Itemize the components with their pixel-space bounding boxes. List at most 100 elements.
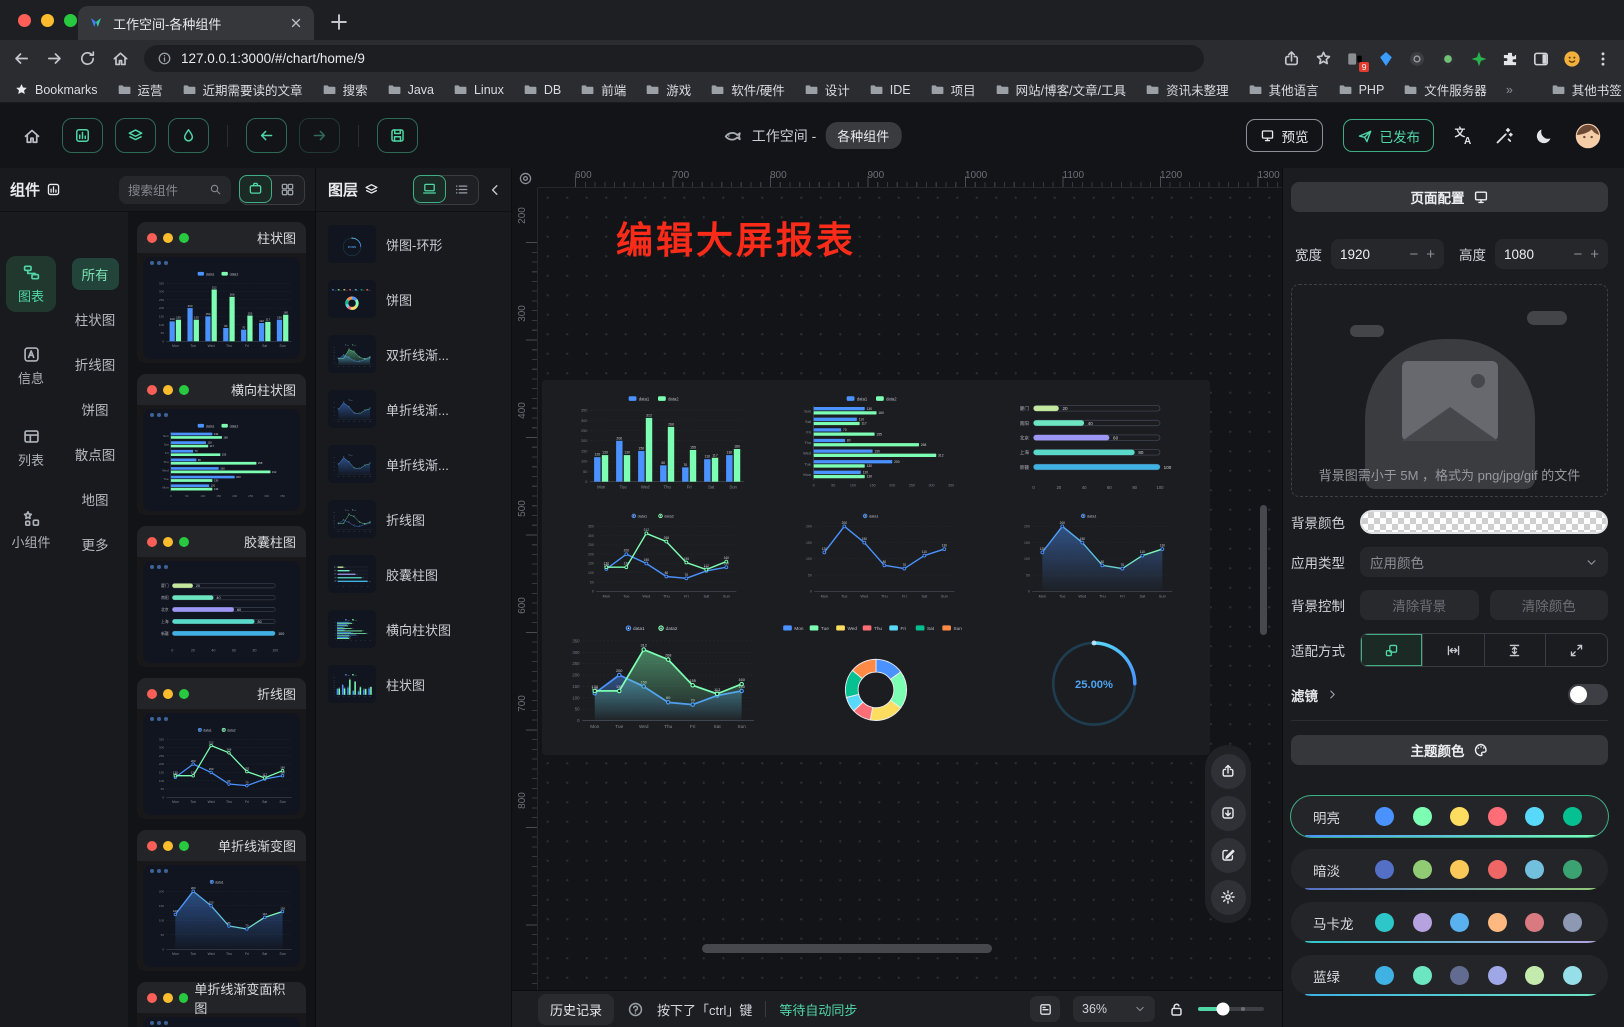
category-地图[interactable]: 地图 [72, 483, 119, 515]
dark-mode-moon-icon[interactable] [1534, 126, 1554, 146]
bookmark-folder[interactable]: 网站/博客/文章/工具 [995, 80, 1126, 99]
component-card[interactable]: 单折线渐变面积图050100150200MonTueWedThuFriSatSu… [137, 982, 306, 1027]
bookmark-folder[interactable]: 运营 [117, 80, 163, 99]
bookmark-folder[interactable]: Linux [453, 80, 504, 99]
zoom-slider[interactable] [1198, 1007, 1264, 1011]
tab-close-icon[interactable] [288, 15, 304, 31]
height-plus-button[interactable]: + [1590, 246, 1599, 263]
details-drawer-button[interactable] [168, 118, 209, 153]
category-所有[interactable]: 所有 [72, 258, 119, 290]
forward-icon[interactable] [45, 49, 64, 68]
component-card[interactable]: 单折线渐变图050100150200MonTueWedThuFriSatSund… [137, 830, 306, 971]
canvas-chart-gradient-line[interactable]: 050100150200MonTueWedThuFriSatSundata112… [992, 508, 1196, 608]
canvas-chart-progress-ring[interactable]: 25.00% [992, 616, 1196, 743]
theme-row-暗淡[interactable]: 暗淡 [1291, 849, 1608, 890]
single-view-toggle[interactable] [239, 175, 272, 203]
minimize-window-button[interactable] [41, 14, 54, 27]
history-button[interactable]: 历史记录 [538, 994, 614, 1025]
maximize-window-button[interactable] [64, 14, 77, 27]
new-tab-button[interactable] [328, 11, 350, 33]
width-plus-button[interactable]: + [1426, 246, 1435, 263]
search-input[interactable]: 搜索组件 [119, 176, 231, 204]
language-icon[interactable]: 文A [1454, 126, 1474, 146]
preview-button[interactable]: 预览 [1246, 119, 1323, 152]
collapse-panel-icon[interactable] [487, 182, 503, 198]
canvas-chart-line[interactable]: 050100150200250300350MonTueWedThuFriSatS… [556, 508, 760, 608]
bookmark-folder[interactable]: DB [523, 80, 561, 99]
component-card[interactable]: 折线图050100150200250300350MonTueWedThuFriS… [137, 678, 306, 819]
share-icon[interactable] [1282, 49, 1301, 68]
bookmark-folder[interactable]: 近期需要读的文章 [182, 80, 303, 99]
grid-view-toggle[interactable] [271, 176, 304, 204]
background-upload-dropzone[interactable]: 背景图需小于 5M ，格式为 png/jpg/gif 的文件 [1291, 284, 1608, 497]
thumbnail-view-toggle[interactable] [413, 175, 446, 203]
browser-menu-icon[interactable] [1594, 50, 1612, 68]
extension-circle-icon[interactable] [1408, 50, 1426, 68]
ruler-eye-icon[interactable] [512, 168, 538, 188]
filter-toggle[interactable] [1568, 684, 1608, 705]
list-view-toggle[interactable] [445, 176, 478, 204]
bookmark-folder[interactable]: 软件/硬件 [710, 80, 784, 99]
close-window-button[interactable] [18, 14, 31, 27]
layer-item[interactable]: data1data2050100150200250300350Sun130160… [322, 605, 505, 653]
app-type-select[interactable]: 应用颜色 [1360, 547, 1608, 577]
height-input[interactable]: 1080 −+ [1495, 239, 1608, 269]
magic-wand-icon[interactable] [1494, 126, 1514, 146]
layer-item[interactable]: 25.00%饼图-环形 [322, 220, 505, 268]
category-柱状图[interactable]: 柱状图 [65, 303, 126, 335]
category-散点图[interactable]: 散点图 [65, 438, 126, 470]
info-icon[interactable] [157, 51, 172, 66]
window-controls[interactable] [18, 14, 77, 27]
extension-diamond-icon[interactable] [1377, 50, 1395, 68]
theme-row-明亮[interactable]: 明亮 [1291, 796, 1608, 837]
extensions-puzzle-icon[interactable] [1501, 50, 1519, 68]
bookmark-folder[interactable]: PHP [1338, 80, 1385, 99]
settings-button[interactable] [1211, 880, 1246, 915]
sidebar-item-4[interactable]: 小组件 [6, 502, 56, 558]
bookmark-folder[interactable]: 游戏 [645, 80, 691, 99]
other-bookmarks[interactable]: 其他书签 [1551, 80, 1622, 99]
fit-height-button[interactable] [1485, 634, 1547, 666]
side-panel-icon[interactable] [1532, 50, 1550, 68]
extension-green-dot-icon[interactable] [1439, 50, 1457, 68]
canvas-chart-bar[interactable]: 050100150200250300350MonTueWedThuFriSatS… [556, 390, 760, 500]
extension-star-icon[interactable] [1470, 50, 1488, 68]
layer-item[interactable]: 050100150200MonTueWedThuFriSatSundata112… [322, 440, 505, 488]
layers-drawer-button[interactable] [115, 118, 156, 153]
bookmark-folder[interactable]: 搜索 [322, 80, 368, 99]
bookmark-folder[interactable]: 设计 [804, 80, 850, 99]
design-canvas[interactable]: 6007008009001000110012001300 20030040050… [512, 168, 1282, 1027]
category-饼图[interactable]: 饼图 [72, 393, 119, 425]
bookmark-folder[interactable]: 其他语言 [1248, 80, 1319, 99]
theme-row-马卡龙[interactable]: 马卡龙 [1291, 902, 1608, 943]
sidebar-item-1[interactable]: 图表 [6, 256, 56, 312]
component-card[interactable]: 横向柱状图data1data2050100150200250300350Sun1… [137, 374, 306, 515]
lock-icon[interactable] [1168, 1001, 1185, 1018]
export-button[interactable] [1211, 754, 1246, 789]
undo-button[interactable] [246, 118, 287, 153]
bookmark-folder[interactable]: 资讯未整理 [1145, 80, 1229, 99]
theme-row-蓝绿[interactable]: 蓝绿 [1291, 955, 1608, 996]
layer-item[interactable]: 050100150200250300350MonTueWedThuFriSatS… [322, 330, 505, 378]
height-minus-button[interactable]: − [1573, 246, 1582, 263]
edit-button[interactable] [1211, 838, 1246, 873]
canvas-chart-horizontal-bar[interactable]: data1data2050100150200250300350Sun130160… [774, 390, 978, 500]
extension-grey-icon[interactable]: 9 [1346, 50, 1364, 68]
layer-item[interactable]: 厦门20南阳40北京60上海80新疆100020406080100胶囊柱图 [322, 550, 505, 598]
category-更多[interactable]: 更多 [72, 528, 119, 560]
clear-color-button[interactable]: 清除颜色 [1490, 590, 1609, 620]
layer-item[interactable]: 050100150200MonTueWedThuFriSatSundata112… [322, 385, 505, 433]
reload-icon[interactable] [78, 49, 97, 68]
charts-drawer-button[interactable] [62, 118, 103, 153]
width-input[interactable]: 1920 −+ [1331, 239, 1444, 269]
canvas-chart-area[interactable]: 050100150200250300350MonTueWedThuFriSatS… [556, 616, 760, 743]
canvas-chart-single-line[interactable]: 050100150200MonTueWedThuFriSatSundata112… [774, 508, 978, 608]
publish-button[interactable]: 已发布 [1343, 119, 1435, 152]
clear-background-button[interactable]: 清除背景 [1360, 590, 1479, 620]
bookmark-star-icon[interactable] [1314, 49, 1333, 68]
fit-scale-button[interactable] [1361, 634, 1423, 666]
browser-tab[interactable]: 工作空间-各种组件 [78, 6, 314, 40]
bookmarks-overflow-chevron[interactable]: » [1506, 83, 1513, 97]
horizontal-scrollbar[interactable] [702, 944, 992, 953]
canvas-text-component[interactable]: 编辑大屏报表 [616, 210, 856, 264]
